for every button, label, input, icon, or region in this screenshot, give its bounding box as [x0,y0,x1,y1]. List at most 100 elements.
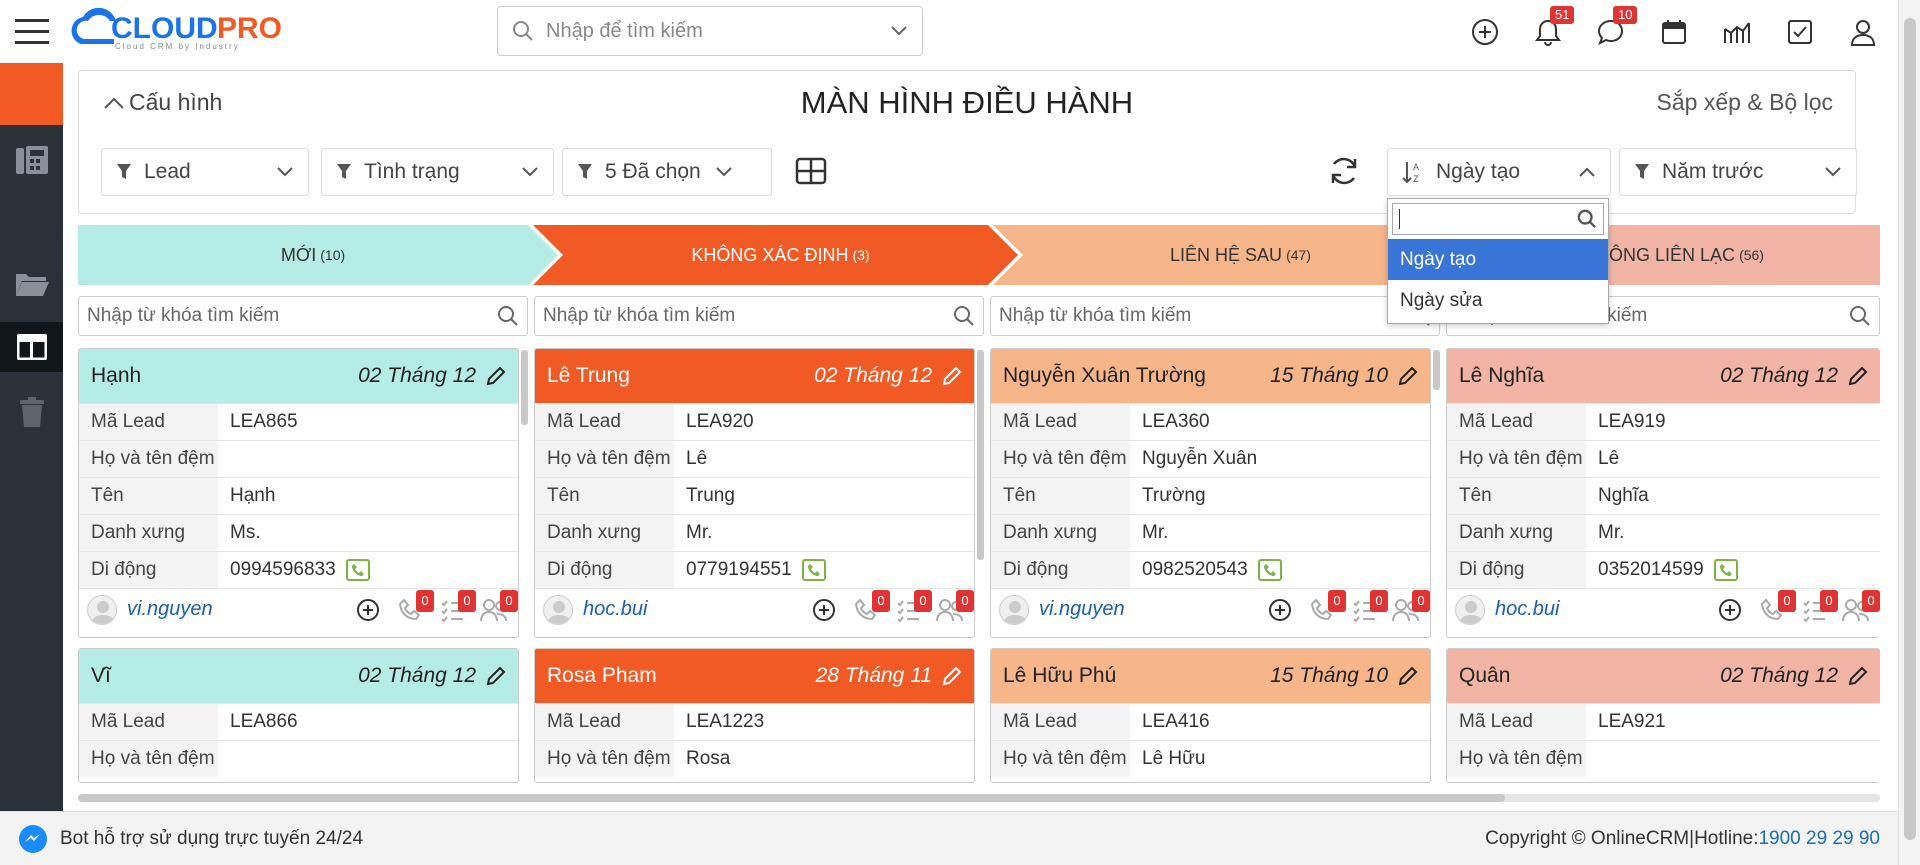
lead-card[interactable]: Lê Hữu Phú 15 Tháng 10 Mã Lead LEA416 Họ v… [990,648,1431,783]
tasks-button[interactable]: 0 [1798,589,1838,626]
meetings-button[interactable]: 0 [934,589,974,626]
phone-call-icon[interactable] [801,559,826,581]
pencil-icon[interactable] [1398,366,1418,386]
phone-call-icon[interactable] [1257,559,1282,581]
filter-icon [117,164,131,179]
tasks-button[interactable]: 0 [1348,589,1388,626]
phone-call-icon[interactable] [345,559,370,581]
status-filter[interactable]: Tình trạng [321,148,554,196]
pencil-icon[interactable] [1848,366,1868,386]
messages-button[interactable]: 10 [1591,6,1638,52]
notifications-button[interactable]: 51 [1528,6,1575,52]
svg-text:PRO: PRO [217,12,282,45]
field-label: Mã Lead [535,704,674,740]
lead-card[interactable]: Rosa Pham 28 Tháng 11 Mã Lead LEA1223 Họ v… [534,648,975,783]
phone-call-icon[interactable] [1713,559,1738,581]
card-header: Lê Nghĩa 02 Tháng 12 [1447,349,1880,403]
sidebar-item-trash[interactable] [0,392,63,432]
lead-card[interactable]: Lê Nghĩa 02 Tháng 12 Mã Lead LEA919 Họ và … [1446,348,1880,638]
hotline-link[interactable]: 1900 29 29 90 [1758,828,1880,850]
calls-button[interactable]: 0 [394,589,434,626]
calls-button[interactable]: 0 [850,589,890,626]
global-search[interactable]: Nhập để tìm kiếm [497,6,923,56]
column-search-placeholder: Nhập từ khóa tìm kiếm [999,305,1192,326]
refresh-button[interactable] [1328,155,1360,192]
menu-button[interactable] [0,0,63,63]
field-value: LEA919 [1598,411,1666,432]
owner-link[interactable]: hoc.bui [1495,598,1704,621]
calendar-button[interactable] [1654,12,1694,52]
stage-new[interactable]: MỚI (10) [78,225,548,285]
board-horizontal-scrollbar[interactable] [78,794,1880,802]
add-activity-button[interactable] [1714,594,1746,626]
profile-button[interactable] [1843,12,1883,52]
meetings-button[interactable]: 0 [1390,589,1430,626]
sort-select[interactable]: AZ Ngày tạo [1387,148,1611,196]
column-search-input[interactable]: Nhập từ khóa tìm kiếm [534,296,984,336]
sort-filter-link[interactable]: Sắp xếp & Bộ lọc [1657,89,1833,116]
owner-link[interactable]: vi.nguyen [1039,598,1254,621]
dropdown-search-input[interactable] [1392,203,1604,235]
meetings-button[interactable]: 0 [478,589,518,626]
bot-support-text[interactable]: Bot hỗ trợ sử dụng trực tuyến 24/24 [60,828,1485,850]
mobile-number: 0994596833 [230,559,336,580]
add-activity-button[interactable] [808,594,840,626]
column-search-input[interactable]: Nhập từ khóa tìm kiếm [78,296,528,336]
logo[interactable]: CLOUD PRO Cloud CRM by Industry [71,4,301,57]
messenger-icon[interactable] [18,824,48,854]
lead-card[interactable]: Nguyễn Xuân Trường 15 Tháng 10 Mã Lead LEA… [990,348,1431,638]
owner-link[interactable]: vi.nguyen [127,598,342,621]
layout-toggle[interactable] [795,157,827,190]
tasks-button[interactable] [1780,12,1820,52]
field-value: Trường [1142,485,1206,506]
scrollbar-thumb[interactable] [78,794,1505,802]
refresh-icon [1331,157,1357,185]
column-scrollbar[interactable] [521,350,528,425]
sidebar-item-folder[interactable] [0,266,63,302]
field-value: 0352014599 [1586,559,1880,581]
notification-badge: 51 [1550,6,1575,24]
stage-label: KHÔNG XÁC ĐỊNH [691,244,849,265]
lead-card[interactable]: Quân 02 Tháng 12 Mã Lead LEA921 Họ và tên … [1446,648,1880,783]
add-activity-button[interactable] [1264,594,1296,626]
scrollbar-thumb[interactable] [1904,18,1916,840]
calls-button[interactable]: 0 [1756,589,1796,626]
pencil-icon[interactable] [486,366,506,386]
column-scrollbar[interactable] [977,350,984,560]
stage-count: (47) [1286,247,1311,263]
selected-filter[interactable]: 5 Đã chọn [562,148,772,196]
page-scrollbar[interactable] [1898,0,1920,865]
add-button[interactable] [1465,12,1505,52]
field-label: Danh xưng [1447,515,1586,551]
pencil-icon[interactable] [942,366,962,386]
lead-card[interactable]: Vĩ 02 Tháng 12 Mã Lead LEA866 Họ và tên đệ… [78,648,519,783]
field-row: Di động 0982520543 [991,551,1430,588]
calls-button[interactable]: 0 [1306,589,1346,626]
sort-option-modified[interactable]: Ngày sửa [1388,280,1608,321]
field-label: Danh xưng [535,515,674,551]
sort-dropdown: Ngày tạo Ngày sửa [1387,198,1609,324]
meetings-button[interactable]: 0 [1840,589,1880,626]
lead-name: Quân [1459,664,1511,687]
lead-name: Nguyễn Xuân Trường [1003,364,1206,387]
column-scrollbar[interactable] [1433,350,1440,390]
sort-option-created[interactable]: Ngày tạo [1388,239,1608,280]
module-filter[interactable]: Lead [101,148,309,196]
tasks-button[interactable]: 0 [892,589,932,626]
pencil-icon[interactable] [942,666,962,686]
pencil-icon[interactable] [1398,666,1418,686]
sidebar-item-phonebook[interactable] [0,140,63,180]
stage-unknown[interactable]: KHÔNG XÁC ĐỊNH (3) [548,225,1013,285]
sidebar-item-dashboard[interactable] [0,322,63,372]
add-activity-button[interactable] [352,594,384,626]
lead-card[interactable]: Lê Trung 02 Tháng 12 Mã Lead LEA920 Họ và … [534,348,975,638]
lead-card[interactable]: Hạnh 02 Tháng 12 Mã Lead LEA865 Họ và tên … [78,348,519,638]
reports-button[interactable] [1717,12,1757,52]
owner-link[interactable]: hoc.bui [583,598,798,621]
pencil-icon[interactable] [486,666,506,686]
tasks-button[interactable]: 0 [436,589,476,626]
column-search-input[interactable]: Nhập từ khóa tìm kiếm [990,296,1440,336]
time-filter[interactable]: Năm trước [1619,148,1857,196]
field-row: Di động 0779194551 [535,551,974,588]
pencil-icon[interactable] [1848,666,1868,686]
